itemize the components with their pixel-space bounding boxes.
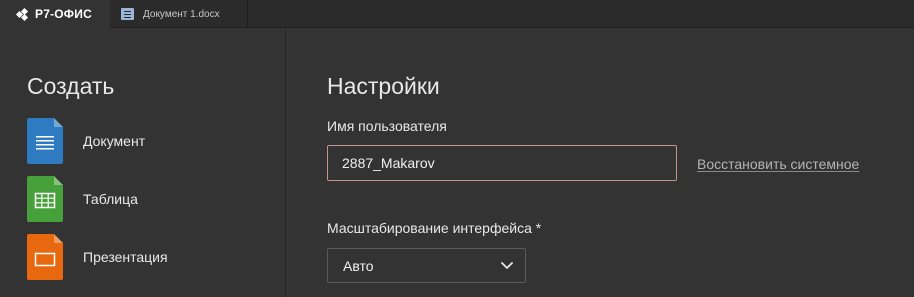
create-document-item[interactable]: Документ	[27, 118, 277, 164]
brand-logo-icon	[15, 7, 31, 22]
document-icon	[27, 118, 63, 164]
settings-title: Настройки	[327, 73, 440, 99]
tab-brand[interactable]: Р7-ОФИС	[0, 0, 110, 28]
create-presentation-label: Презентация	[83, 249, 168, 265]
create-presentation-item[interactable]: Презентация	[27, 234, 277, 280]
create-sidebar: Создать Документ Таблица Презентация	[0, 28, 286, 297]
create-spreadsheet-label: Таблица	[83, 191, 138, 207]
interface-scale-value: Авто	[343, 258, 374, 274]
document-tab-icon	[121, 8, 134, 20]
username-input[interactable]	[327, 145, 677, 181]
brand-name: Р7-ОФИС	[35, 7, 92, 21]
restore-default-link[interactable]: Восстановить системное	[697, 155, 859, 173]
create-spreadsheet-item[interactable]: Таблица	[27, 176, 277, 222]
interface-scale-select[interactable]: Авто	[327, 248, 526, 283]
scale-label: Масштабирование интерфейса *	[327, 220, 542, 236]
tab-document[interactable]: Документ 1.docx	[110, 0, 248, 28]
settings-panel: Настройки Имя пользователя Восстановить …	[287, 28, 914, 297]
username-label: Имя пользователя	[327, 118, 447, 134]
chevron-down-icon	[501, 262, 513, 269]
create-title: Создать	[27, 73, 115, 99]
presentation-icon	[27, 234, 63, 280]
spreadsheet-icon	[27, 176, 63, 222]
create-document-label: Документ	[83, 133, 146, 149]
tab-bar: Р7-ОФИС Документ 1.docx	[0, 0, 914, 28]
tab-document-label: Документ 1.docx	[143, 8, 220, 20]
